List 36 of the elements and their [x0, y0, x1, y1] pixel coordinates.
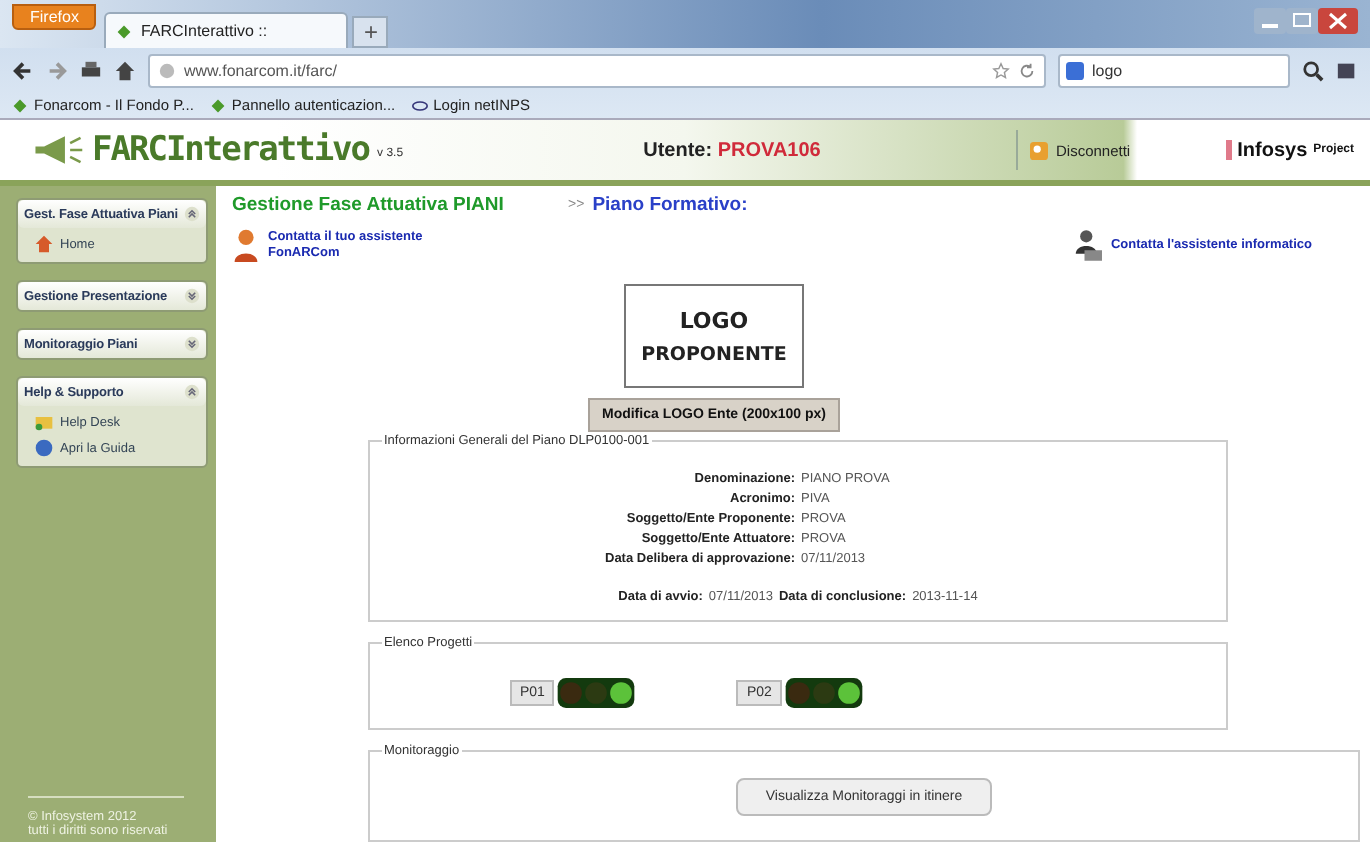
logo-placeholder-text: LOGO [679, 307, 749, 333]
home-icon[interactable] [114, 59, 136, 81]
collapse-icon[interactable] [184, 336, 200, 352]
reload-icon[interactable] [1018, 61, 1036, 79]
address-bar[interactable]: www.fonarcom.it/farc/ [148, 53, 1046, 87]
back-icon[interactable] [12, 59, 34, 81]
traffic-light-icon [556, 678, 637, 708]
browser-tab[interactable]: FARCInterattivo :: [104, 12, 349, 48]
collapse-icon[interactable] [184, 288, 200, 304]
megaphone-icon [32, 134, 84, 166]
new-tab-button[interactable]: + [352, 16, 389, 48]
logo-placeholder-text: PROPONENTE [641, 343, 787, 365]
leaf-icon [116, 23, 133, 39]
bookmark-star-icon[interactable] [992, 61, 1010, 79]
leaf-icon[interactable] [209, 97, 226, 113]
home-icon [34, 234, 54, 254]
leaf-icon[interactable] [12, 97, 28, 113]
person-at-computer-icon [1074, 226, 1103, 264]
window-controls-icon[interactable] [1254, 8, 1358, 36]
person-icon [232, 226, 260, 264]
folder-icon [34, 412, 54, 432]
collapse-icon[interactable] [184, 384, 200, 400]
search-engine-icon[interactable] [1066, 61, 1084, 79]
print-icon[interactable] [80, 59, 102, 81]
search-icon[interactable] [1302, 59, 1324, 81]
page-subtitle: Piano Formativo: [592, 194, 748, 216]
page-title: Gestione Fase Attuativa PIANI [232, 194, 506, 216]
app-logo: FARCInterattivo [92, 130, 370, 170]
search-field[interactable]: logo [1058, 53, 1290, 87]
help-icon [34, 438, 54, 458]
ring-icon[interactable] [411, 97, 428, 113]
globe-icon [158, 61, 176, 79]
traffic-light-icon [783, 678, 864, 708]
user-label: Utente: PROVA106 [641, 139, 823, 161]
collapse-icon[interactable] [184, 206, 200, 222]
bookmarks-menu-icon[interactable] [1336, 59, 1358, 81]
